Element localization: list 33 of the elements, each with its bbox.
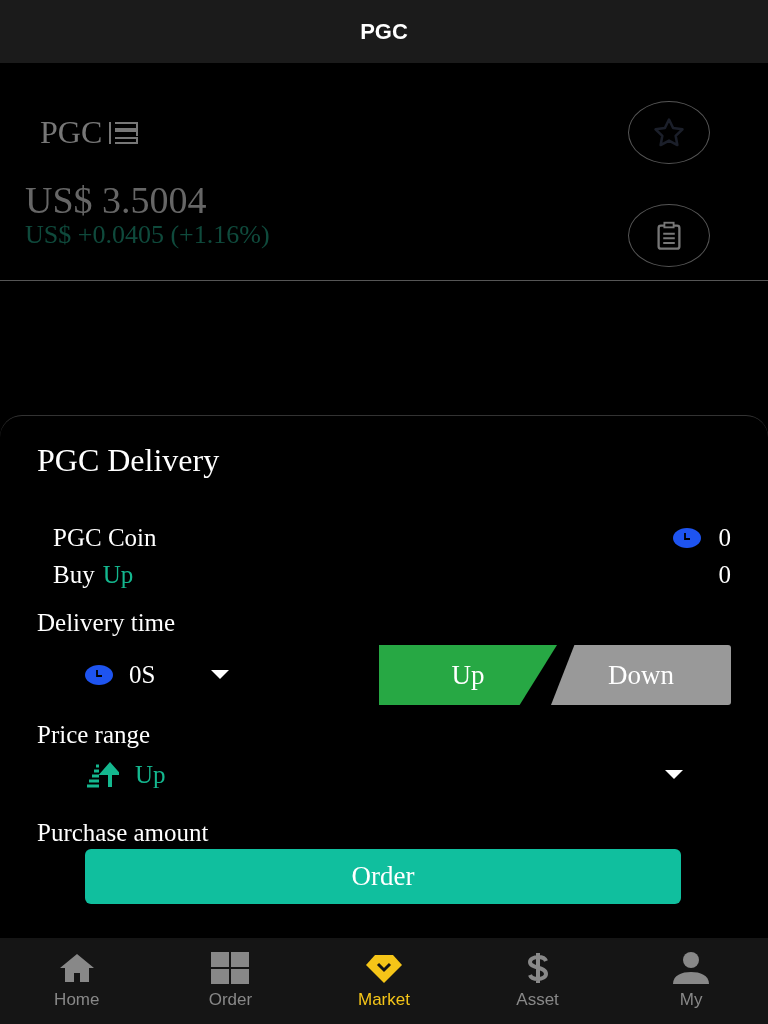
nav-tab[interactable]: Market [307, 938, 461, 1024]
section-label: Price range [37, 721, 152, 749]
clock-icon [672, 527, 701, 548]
direction-tab[interactable]: Up [379, 645, 557, 705]
grid-icon [211, 952, 250, 984]
buy-direction: Up [102, 560, 134, 589]
buy-amount: 0 [718, 560, 731, 589]
price-change: US$ +0.0405 (+1.16%) [25, 220, 270, 251]
section-label: Purchase amount [37, 819, 210, 847]
nav-tab[interactable]: Home [0, 938, 154, 1024]
diamond-icon [365, 952, 403, 984]
buy-label: Buy [53, 560, 95, 589]
nav-tab[interactable]: Order [153, 938, 308, 1024]
sheet-title: PGC Delivery [37, 442, 221, 479]
caret-icon [665, 770, 683, 780]
person-icon [672, 952, 711, 984]
section-label: Delivery time [37, 609, 177, 637]
home-icon [58, 952, 95, 984]
chart-lines-icon[interactable] [108, 120, 141, 145]
direction-tab[interactable]: Down [551, 645, 731, 705]
delivery-time-dropdown[interactable]: 0S [37, 661, 230, 689]
nav-tab[interactable]: My [614, 938, 768, 1024]
coin-symbol: PGC [40, 114, 103, 151]
clock-icon [85, 665, 113, 685]
clipboard-icon [655, 220, 683, 251]
price-value: US$ 3.5004 [25, 180, 208, 221]
coin-amount: 0 [718, 523, 731, 552]
caret-icon [211, 670, 230, 680]
trend-up-icon [85, 762, 119, 788]
nav-tab[interactable]: Asset [460, 938, 615, 1024]
price-range-dropdown[interactable]: Up [37, 761, 683, 789]
coin-label: PGC Coin [53, 523, 157, 552]
page-title: PGC [360, 18, 408, 45]
